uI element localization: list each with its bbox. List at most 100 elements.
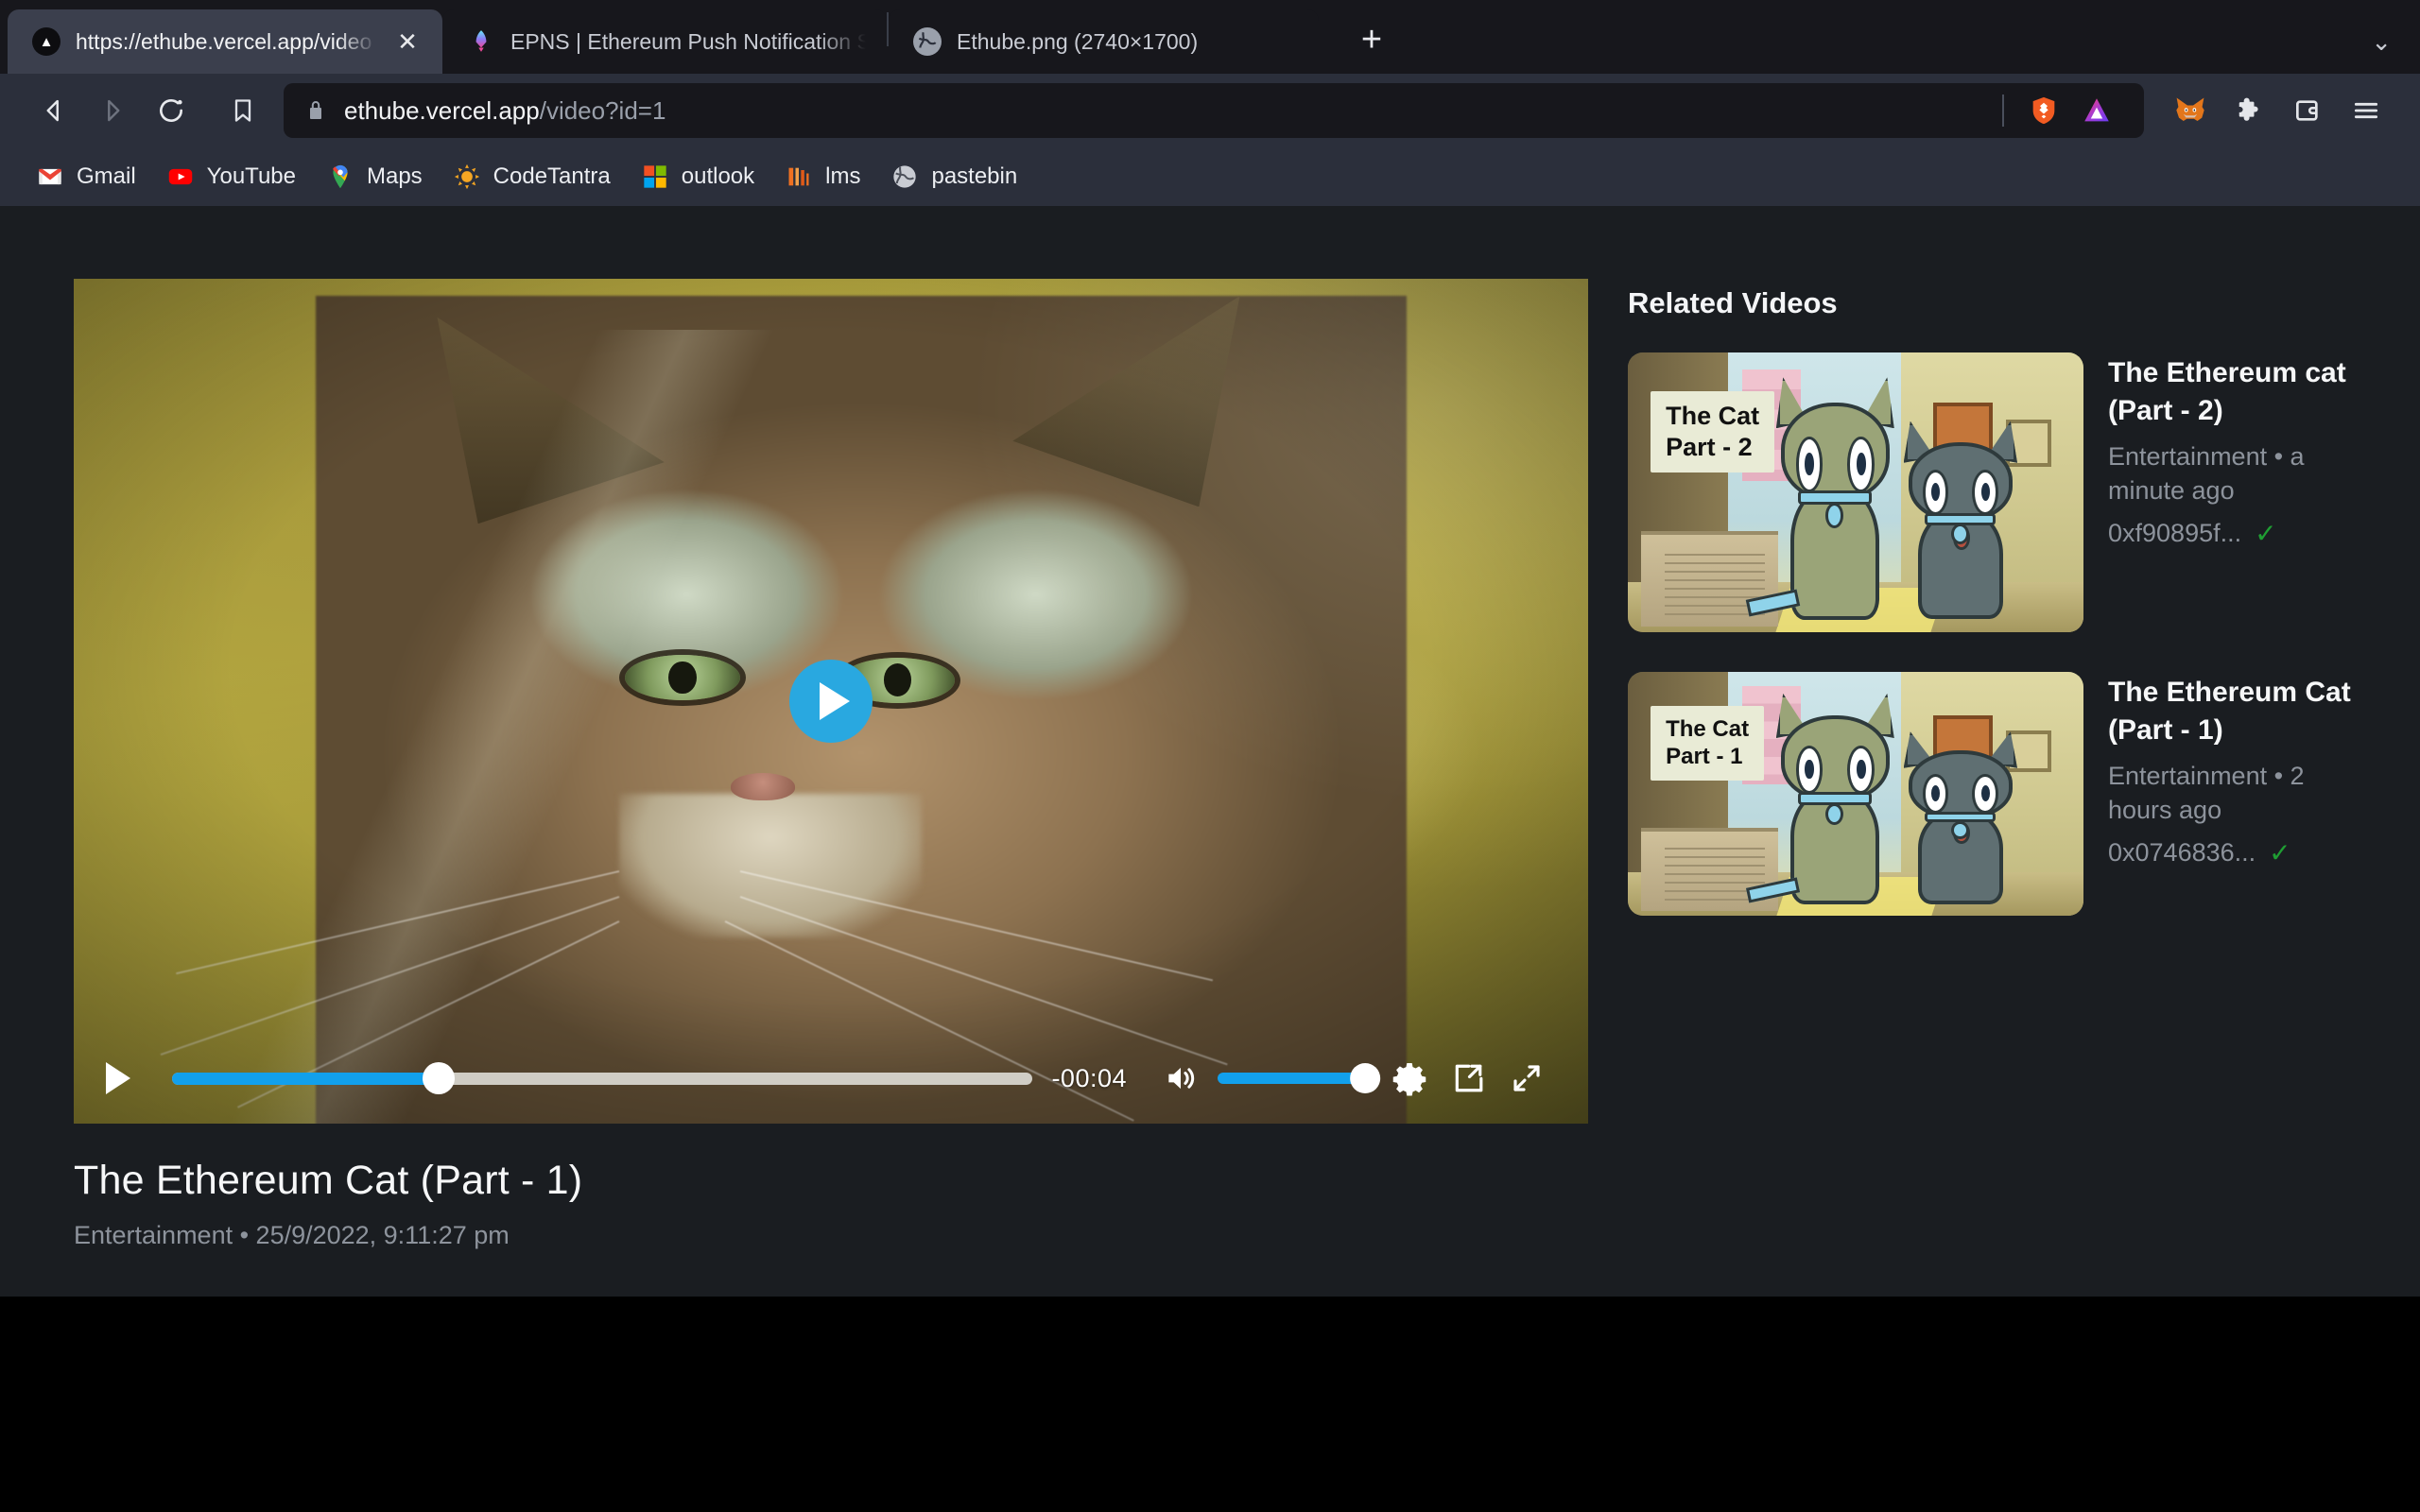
url-host: ethube.vercel.app — [344, 95, 540, 125]
image-globe-icon — [913, 27, 942, 56]
forward-arrow-icon — [83, 81, 142, 140]
brave-shields-lion-icon[interactable] — [2017, 84, 2070, 137]
volume-thumb[interactable] — [1350, 1063, 1381, 1093]
verified-check-icon: ✓ — [2269, 837, 2291, 868]
bookmark-codetantra[interactable]: CodeTantra — [438, 155, 626, 198]
chevron-down-icon[interactable]: ⌄ — [2371, 27, 2392, 57]
related-videos-sidebar: Related Videos The Cat Part - 2 The Ethe… — [1588, 279, 2420, 1250]
tab-title: https://ethube.vercel.app/video — [76, 28, 372, 54]
tab-epns[interactable]: EPNS | Ethereum Push Notification S — [442, 9, 887, 74]
brave-wallet-icon[interactable] — [2278, 81, 2337, 140]
omnibox-divider — [2002, 94, 2004, 127]
bookmark-label: pastebin — [931, 163, 1018, 189]
play-icon[interactable] — [106, 1062, 164, 1094]
ethube-triangle-icon: ▲ — [32, 27, 60, 56]
tab-title: EPNS | Ethereum Push Notification S — [510, 28, 866, 54]
lms-icon — [785, 163, 813, 191]
video-meta: The Ethereum Cat (Part - 1) Entertainmen… — [74, 1124, 1588, 1250]
address-text: 0x0746836... — [2108, 838, 2256, 868]
youtube-icon — [166, 163, 195, 191]
video-controls-bar: -00:04 — [74, 1033, 1588, 1124]
bookmark-maps[interactable]: Maps — [311, 155, 438, 198]
related-video-address: 0xf90895f... ✓ — [2108, 519, 2363, 548]
outlook-icon — [641, 163, 669, 191]
tab-ethube-png[interactable]: Ethube.png (2740×1700) — [889, 9, 1319, 74]
close-icon[interactable]: ✕ — [393, 29, 422, 54]
address-bar[interactable]: ethube.vercel.app/video?id=1 — [284, 83, 2144, 138]
omnibox-actions — [1993, 84, 2123, 137]
volume-slider[interactable] — [1218, 1063, 1381, 1093]
tab-strip: ▲ https://ethube.vercel.app/video ✕ EPNS… — [0, 0, 2420, 74]
badge-line-2: Part - 2 — [1666, 433, 1753, 462]
screen-letterbox — [0, 1297, 2420, 1495]
video-thumbnail[interactable]: The Cat Part - 1 — [1628, 672, 2083, 916]
browser-toolbar: ethube.vercel.app/video?id=1 — [0, 74, 2420, 147]
related-video-info: The Ethereum Cat (Part - 1) Entertainmen… — [2108, 672, 2363, 868]
time-remaining: -00:04 — [1051, 1063, 1127, 1092]
page-title: The Ethereum Cat (Part - 1) — [74, 1158, 583, 1203]
page-content: -00:04 The Ethereum Cat (Part - 1) Enter… — [0, 206, 2420, 1297]
bookmark-icon[interactable] — [214, 81, 272, 140]
bookmark-label: lms — [825, 163, 861, 189]
progress-slider[interactable] — [172, 1033, 1033, 1124]
play-circle-icon[interactable] — [789, 660, 873, 743]
url-text: ethube.vercel.app/video?id=1 — [344, 96, 1976, 126]
lock-icon — [304, 99, 327, 122]
badge-line-2: Part - 1 — [1666, 744, 1743, 770]
list-item[interactable]: The Cat Part - 1 The Ethereum Cat (Part … — [1628, 672, 2363, 916]
related-video-category-time: Entertainment • 2 hours ago — [2108, 762, 2305, 824]
gmail-icon — [36, 163, 64, 191]
hamburger-menu-icon[interactable] — [2337, 81, 2395, 140]
bookmark-outlook[interactable]: outlook — [626, 155, 769, 198]
progress-thumb[interactable] — [423, 1062, 456, 1094]
related-videos-list: The Cat Part - 2 The Ethereum cat (Part … — [1628, 352, 2363, 916]
bookmarks-bar: Gmail YouTube Maps CodeTantra outlook lm… — [0, 147, 2420, 206]
video-subtitle: Entertainment • 25/9/2022, 9:11:27 pm — [74, 1221, 510, 1249]
badge-line-1: The Cat — [1666, 716, 1750, 743]
reload-icon[interactable] — [142, 81, 200, 140]
epns-rocket-icon — [467, 27, 495, 56]
bookmark-lms[interactable]: lms — [769, 155, 875, 198]
thumbnail-title-badge: The Cat Part - 1 — [1651, 706, 1765, 781]
play-triangle — [820, 682, 850, 720]
list-item[interactable]: The Cat Part - 2 The Ethereum cat (Part … — [1628, 352, 2363, 632]
new-tab-button[interactable]: + — [1340, 8, 1404, 72]
metamask-fox-icon[interactable] — [2161, 81, 2220, 140]
brave-rewards-bat-icon[interactable] — [2070, 84, 2123, 137]
gear-icon[interactable] — [1380, 1049, 1439, 1108]
extensions-puzzle-icon[interactable] — [2220, 81, 2278, 140]
bookmark-label: YouTube — [206, 163, 296, 189]
verified-check-icon: ✓ — [2255, 518, 2277, 548]
progress-fill — [172, 1072, 440, 1085]
address-text: 0xf90895f... — [2108, 519, 2242, 548]
bookmark-label: Maps — [366, 163, 423, 189]
badge-line-1: The Cat — [1666, 402, 1760, 431]
video-thumbnail[interactable]: The Cat Part - 2 — [1628, 352, 2083, 632]
bookmark-label: CodeTantra — [493, 163, 611, 189]
url-path: /video?id=1 — [539, 95, 666, 125]
page-layout: -00:04 The Ethereum Cat (Part - 1) Enter… — [0, 206, 2420, 1250]
bookmark-youtube[interactable]: YouTube — [151, 155, 311, 198]
back-arrow-icon[interactable] — [25, 81, 83, 140]
video-player[interactable]: -00:04 — [74, 279, 1588, 1124]
browser-window: ▲ https://ethube.vercel.app/video ✕ EPNS… — [0, 0, 2420, 206]
thumbnail-title-badge: The Cat Part - 2 — [1651, 391, 1775, 473]
codetantra-icon — [453, 163, 481, 191]
related-video-title[interactable]: The Ethereum cat (Part - 2) — [2108, 354, 2363, 429]
tab-title: Ethube.png (2740×1700) — [957, 28, 1199, 54]
bookmark-label: Gmail — [77, 163, 136, 189]
bookmark-pastebin[interactable]: pastebin — [875, 155, 1032, 198]
bookmark-gmail[interactable]: Gmail — [21, 155, 151, 198]
tab-ethube-video[interactable]: ▲ https://ethube.vercel.app/video ✕ — [8, 9, 442, 74]
related-videos-heading: Related Videos — [1628, 286, 1838, 319]
volume-high-icon[interactable] — [1151, 1049, 1210, 1108]
video-column: -00:04 The Ethereum Cat (Part - 1) Enter… — [74, 279, 1588, 1250]
progress-track — [172, 1062, 1033, 1094]
picture-in-picture-icon[interactable] — [1439, 1049, 1497, 1108]
related-video-address: 0x0746836... ✓ — [2108, 838, 2363, 868]
related-video-title[interactable]: The Ethereum Cat (Part - 1) — [2108, 674, 2363, 748]
pastebin-globe-icon — [890, 163, 919, 191]
volume-track — [1218, 1063, 1381, 1093]
related-video-category-time: Entertainment • a minute ago — [2108, 442, 2305, 505]
fullscreen-expand-icon[interactable] — [1497, 1049, 1556, 1108]
